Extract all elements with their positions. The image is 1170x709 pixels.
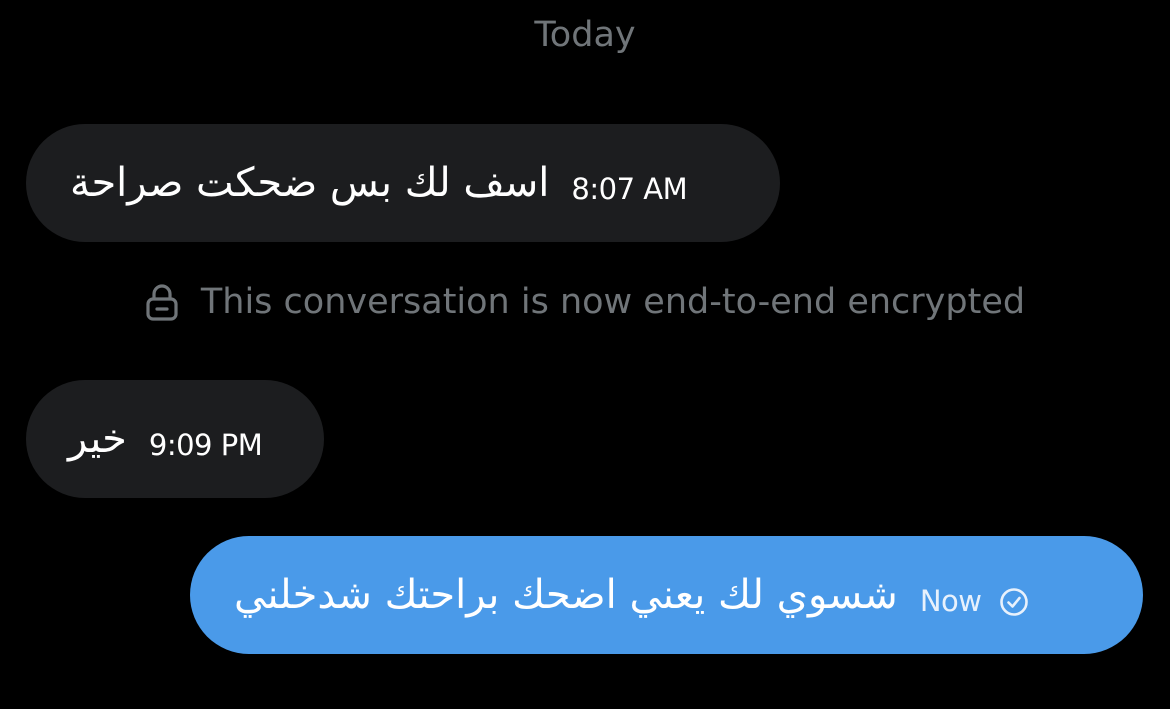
date-separator: Today [534, 15, 636, 55]
message-bubble-incoming[interactable]: اسف لك بس ضحكت صراحة 8:07 AM [26, 124, 780, 242]
message-time: Now [919, 584, 982, 618]
message-text: اسف لك بس ضحكت صراحة [70, 160, 550, 206]
encryption-notice: This conversation is now end-to-end encr… [0, 280, 1170, 324]
message-bubble-incoming[interactable]: خير 9:09 PM [26, 380, 324, 498]
message-text: خير [68, 416, 127, 462]
message-text: شسوي لك يعني اضحك براحتك شدخلني [234, 572, 898, 618]
lock-icon [146, 284, 178, 321]
encryption-notice-text: This conversation is now end-to-end encr… [200, 282, 1026, 322]
sent-check-icon [1000, 588, 1029, 616]
message-bubble-outgoing[interactable]: شسوي لك يعني اضحك براحتك شدخلني Now [190, 536, 1143, 654]
message-time: 9:09 PM [148, 428, 263, 462]
message-time: 8:07 AM [571, 172, 688, 206]
